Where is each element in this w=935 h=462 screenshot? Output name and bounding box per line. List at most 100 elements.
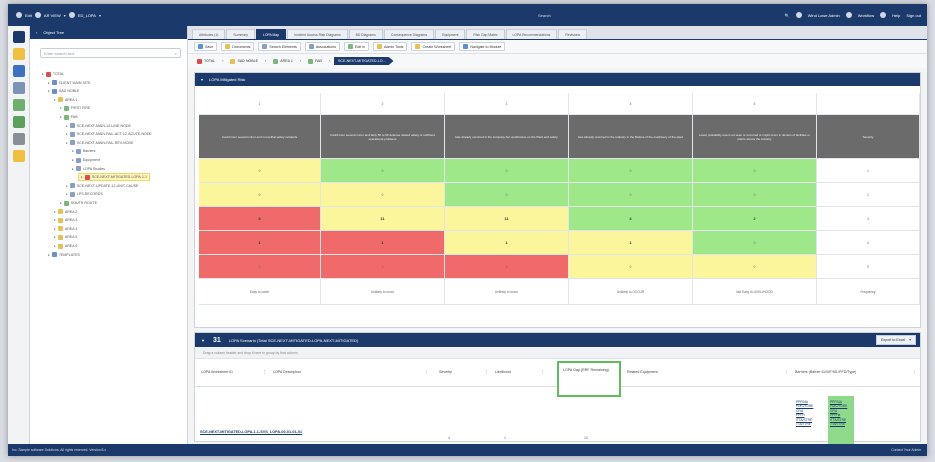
risk-cell[interactable]: 4 — [569, 207, 693, 231]
tree-node[interactable]: ▸ Barriers — [72, 147, 95, 155]
risk-cell[interactable]: 0 — [445, 183, 569, 207]
folder-icon[interactable] — [13, 150, 25, 162]
breadcrumb-item[interactable]: AREA 1 — [270, 58, 296, 65]
tab-item[interactable]: Attributes (1) — [192, 29, 226, 39]
search-icon[interactable]: 🔍 — [785, 13, 790, 18]
group-by-hint[interactable]: Drag a column header and drop it here to… — [195, 347, 920, 359]
col-menu-icon[interactable]: ⋮ — [541, 370, 545, 374]
chevron-right-icon[interactable]: ▸ — [60, 201, 62, 205]
tab-item[interactable]: Risk Gap Matrix — [466, 29, 505, 39]
worksheet-id-link[interactable]: SCE-NEXT-MITIGATED-LOPA-1.1-SVS_LOPA-00-… — [200, 430, 302, 435]
col-lopa-gap[interactable]: LOPA Gap (RRF Remaining) — [559, 363, 619, 378]
sign-out-link[interactable]: Sign out — [906, 13, 921, 18]
tree-search-input[interactable]: Enter search text ⌕ — [40, 48, 181, 58]
tab-item[interactable]: BD Diagrams — [348, 29, 383, 39]
tree-node[interactable]: ▸ SCE-NEXT-MITIGATED-LOPA-1.1 — [78, 173, 150, 182]
risk-cell[interactable]: 0 — [693, 231, 817, 255]
breadcrumb-item[interactable]: TOTAL — [194, 58, 218, 65]
chevron-right-icon[interactable]: ▸ — [66, 192, 68, 196]
tree-node[interactable]: ▸ AREA 5 — [54, 233, 77, 241]
col-description[interactable]: LOPA Description — [273, 370, 301, 374]
search-icon[interactable]: ⌕ — [175, 51, 177, 56]
risk-cell[interactable]: 3 — [199, 207, 321, 231]
tab-item[interactable]: Revisions — [558, 29, 588, 39]
col-worksheet-id[interactable]: LOPA Worksheet ID — [201, 370, 233, 374]
risk-cell[interactable]: 0 — [321, 255, 445, 279]
chevron-right-icon[interactable]: ▸ — [54, 227, 56, 231]
chevron-right-icon[interactable]: ▸ — [66, 124, 68, 128]
risk-cell[interactable]: 0 — [199, 255, 321, 279]
tree-node[interactable]: ▸ CLIENT MAIN SITE — [48, 79, 91, 87]
chevron-right-icon[interactable]: ▸ — [54, 244, 56, 248]
toolbar-button[interactable]: Documents — [221, 42, 255, 51]
tab-item[interactable]: LOPA Recommendations — [505, 29, 558, 39]
tree-node[interactable]: ▸ AREA 3 — [54, 216, 77, 224]
chevron-right-icon[interactable]: ▸ — [60, 106, 62, 110]
chevron-right-icon[interactable]: ▸ — [54, 210, 56, 214]
risk-cell[interactable]: 0 — [321, 159, 445, 183]
search-icon[interactable] — [13, 82, 25, 94]
risk-cell[interactable]: 0 — [693, 255, 817, 279]
risk-cell[interactable]: 0 — [199, 159, 321, 183]
topbar-app-label[interactable]: Edit — [25, 13, 32, 18]
workflow-link[interactable]: Workflow — [858, 13, 874, 18]
col-menu-icon[interactable]: ⋮ — [785, 370, 789, 374]
risk-cell[interactable]: 0 — [693, 159, 817, 183]
breadcrumb-item[interactable]: SCE-NEXT-MITIGATED-LO... — [334, 57, 394, 65]
collapse-icon[interactable] — [13, 31, 25, 43]
risk-cell[interactable]: 2 — [693, 207, 817, 231]
tree-node[interactable]: ▸ FIRST FIRE — [60, 104, 90, 112]
tree-node[interactable]: ▸ AREA 6 — [54, 242, 77, 250]
user-avatar[interactable] — [795, 12, 802, 18]
tab-item[interactable]: Incident Access Risk Diagrams — [287, 29, 348, 39]
tree-node[interactable]: ▸ SAD NOBLE — [48, 87, 79, 95]
tree-icon[interactable] — [13, 65, 25, 77]
risk-cell[interactable]: 0 — [445, 159, 569, 183]
toolbar-button[interactable]: Create Worksheet — [411, 42, 456, 51]
reports-icon[interactable] — [13, 99, 25, 111]
risk-cell[interactable]: 11 — [445, 207, 569, 231]
col-likelihood[interactable]: Likelihood — [495, 370, 511, 374]
risk-cell[interactable]: 1 — [445, 231, 569, 255]
toolbar-button[interactable]: Search Elements — [258, 42, 301, 51]
chevron-right-icon[interactable]: ▸ — [48, 81, 50, 85]
risk-cell[interactable]: 0 — [569, 183, 693, 207]
global-search-label[interactable]: Search — [538, 13, 551, 18]
scenario-row[interactable]: SCE-NEXT-MITIGATED-LOPA-1.1-SVS_LOPA-00-… — [194, 392, 921, 448]
filter-icon[interactable]: ▼ — [201, 338, 205, 343]
chevron-down-icon[interactable]: ▾ — [99, 13, 101, 18]
chevron-right-icon[interactable]: ▸ — [66, 184, 68, 188]
chevron-down-icon[interactable]: ▾ — [64, 13, 66, 18]
tree-node[interactable]: ▸ TOTAL — [42, 70, 64, 78]
risk-cell[interactable]: 0 — [693, 183, 817, 207]
chevron-right-icon[interactable]: ▸ — [81, 175, 83, 179]
chevron-right-icon[interactable]: ▸ — [54, 98, 56, 102]
toolbar-button[interactable]: Navigate to Module — [459, 42, 506, 51]
tree-node[interactable]: ▸ LPS-RECORDS — [66, 190, 103, 198]
col-severity[interactable]: Severity — [439, 370, 452, 374]
tree-node[interactable]: ▸ AREA 4 — [54, 225, 77, 233]
chevron-right-icon[interactable]: ▸ — [66, 132, 68, 136]
chevron-right-icon[interactable]: ▸ — [48, 253, 50, 257]
risk-cell[interactable]: 1 — [199, 231, 321, 255]
contact-admin-link[interactable]: Contact Your Admin — [891, 448, 921, 452]
barriers-list[interactable]: PPF04A PDIC/TORE CFIA PPFH ITTA/STRE TTA/TTRE — [796, 400, 822, 426]
col-menu-icon[interactable]: ⋮ — [425, 370, 429, 374]
col-menu-icon[interactable]: ⋮ — [263, 370, 267, 374]
chevron-right-icon[interactable]: ▸ — [42, 72, 44, 76]
settings-icon[interactable] — [13, 133, 25, 145]
toolbar-button[interactable]: Admin Tools — [372, 42, 408, 51]
risk-cell[interactable]: 1 — [321, 231, 445, 255]
export-excel-button[interactable]: Export to Excel ▾ — [876, 335, 916, 345]
chevron-right-icon[interactable]: ▸ — [72, 149, 74, 153]
tree-node[interactable]: ▸ AREA 1 — [54, 96, 77, 104]
risk-cell[interactable]: 11 — [321, 207, 445, 231]
chevron-right-icon[interactable]: ▸ — [48, 89, 50, 93]
tree-node[interactable]: ▸ SOUTH ROUTE — [60, 199, 97, 207]
tab-item[interactable]: Summary — [226, 29, 255, 39]
favorites-icon[interactable] — [13, 48, 25, 60]
status-icon[interactable] — [13, 116, 25, 128]
help-link[interactable]: Help — [892, 13, 900, 18]
chevron-right-icon[interactable]: › — [36, 30, 37, 35]
chevron-right-icon[interactable]: ▸ — [66, 141, 68, 145]
